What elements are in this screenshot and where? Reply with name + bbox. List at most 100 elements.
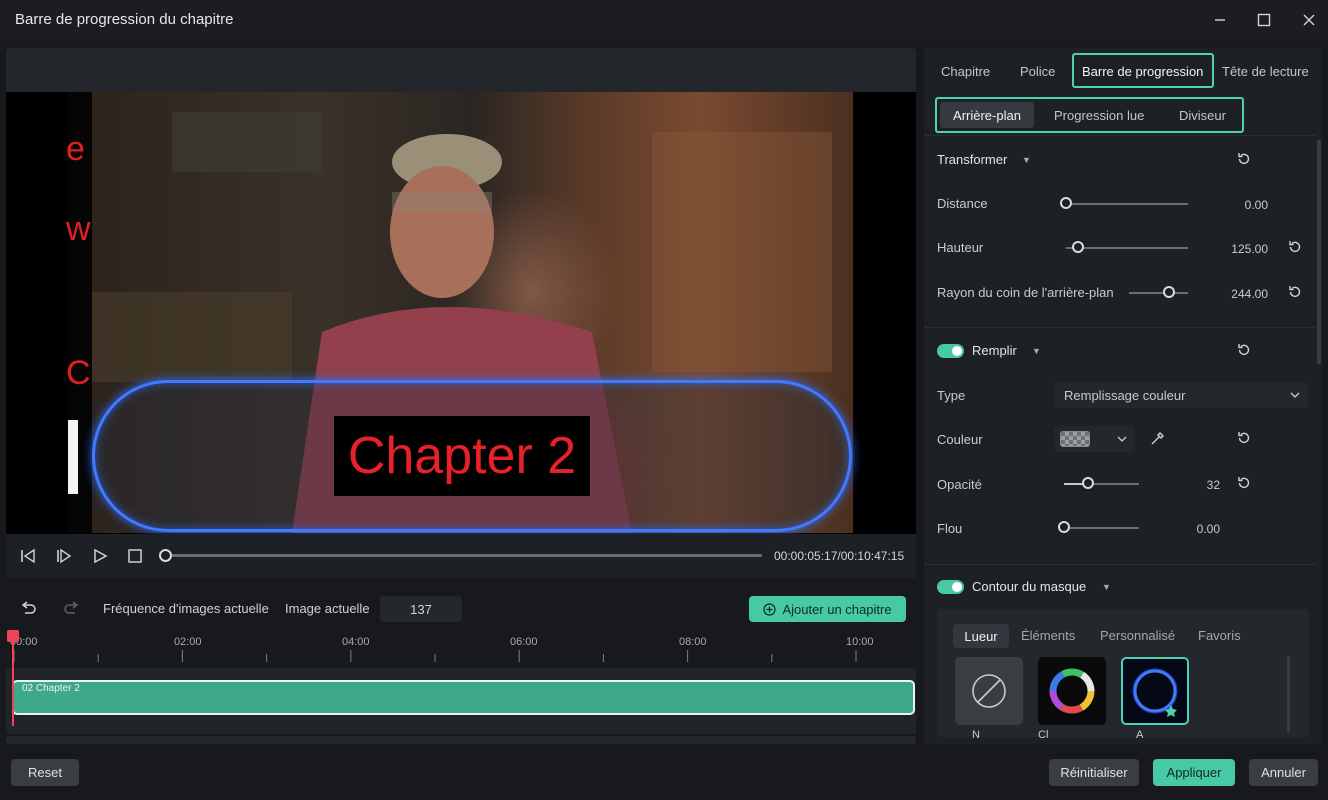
reset-icon[interactable] — [1236, 342, 1252, 358]
scrub-handle[interactable] — [159, 549, 172, 562]
fx-tab-personnalise[interactable]: Personnalisé — [1100, 628, 1175, 643]
divider — [924, 135, 1316, 136]
rayon-slider-handle[interactable] — [1162, 286, 1175, 298]
preview-header — [6, 48, 916, 92]
scrub-bar[interactable] — [166, 554, 762, 557]
rayon-slider[interactable] — [1129, 292, 1188, 294]
ruler-tick-label: 10:00 — [846, 636, 874, 648]
chapter-clip[interactable] — [12, 680, 915, 715]
reinitialiser-button[interactable]: Réinitialiser — [1049, 759, 1139, 786]
type-select[interactable]: Remplissage couleur — [1054, 382, 1308, 408]
fx-thumb-color-ring[interactable] — [1038, 657, 1106, 725]
subtab-diviseur[interactable]: Diviseur — [1179, 108, 1226, 123]
stop-button[interactable] — [124, 545, 146, 567]
contour-toggle[interactable] — [937, 580, 964, 594]
collapse-caret-icon[interactable]: ▼ — [1102, 582, 1111, 592]
reset-button[interactable]: Reset — [11, 759, 79, 786]
fx-caption: Cl — [1038, 729, 1049, 741]
ruler-tick-label: 04:00 — [342, 636, 370, 648]
collapse-caret-icon[interactable]: ▼ — [1022, 155, 1031, 165]
distance-slider-handle[interactable] — [1060, 197, 1072, 209]
minimize-button[interactable] — [1207, 8, 1233, 32]
step-back-icon — [21, 548, 35, 564]
fx-caption: N — [972, 729, 980, 741]
remplir-toggle[interactable] — [937, 344, 964, 358]
annuler-button[interactable]: Annuler — [1249, 759, 1318, 786]
panel-scrollbar[interactable] — [1317, 140, 1321, 364]
type-select-value: Remplissage couleur — [1064, 387, 1186, 403]
distance-label: Distance — [937, 196, 988, 211]
next-frame-button[interactable] — [53, 545, 75, 567]
tab-tete-de-lecture[interactable]: Tête de lecture — [1222, 64, 1309, 79]
current-image-label: Image actuelle — [285, 601, 370, 616]
effects-scrollbar[interactable] — [1287, 656, 1290, 732]
hauteur-value[interactable]: 125.00 — [1220, 242, 1268, 256]
play-button[interactable] — [89, 545, 111, 567]
rayon-value[interactable]: 244.00 — [1220, 287, 1268, 301]
fx-thumb-blue-glow[interactable] — [1121, 657, 1189, 725]
no-effect-icon — [972, 674, 1006, 708]
chevron-down-icon — [1290, 392, 1300, 398]
playhead-handle[interactable] — [7, 630, 19, 642]
hauteur-slider[interactable] — [1066, 247, 1188, 249]
fx-tab-favoris[interactable]: Favoris — [1198, 628, 1241, 643]
tab-barre-de-progression[interactable]: Barre de progression — [1082, 64, 1203, 79]
redo-icon — [64, 601, 79, 614]
flou-slider-handle[interactable] — [1058, 521, 1070, 533]
chapter-title: Chapter 2 — [347, 427, 577, 485]
fps-label: Fréquence d'images actuelle — [103, 601, 269, 616]
maximize-button[interactable] — [1251, 8, 1277, 32]
opacite-value[interactable]: 32 — [1180, 478, 1220, 492]
distance-value[interactable]: 0.00 — [1220, 198, 1268, 212]
maximize-icon — [1257, 13, 1271, 27]
close-icon — [1303, 14, 1315, 26]
close-button[interactable] — [1296, 8, 1322, 32]
minimize-icon — [1215, 19, 1225, 21]
add-chapter-label: Ajouter un chapitre — [782, 601, 892, 617]
section-remplir-title: Remplir — [972, 343, 1017, 358]
tab-chapitre[interactable]: Chapitre — [941, 64, 990, 79]
collapse-caret-icon[interactable]: ▼ — [1032, 346, 1041, 356]
opacite-slider-handle[interactable] — [1082, 477, 1094, 489]
ruler-tick-label: 06:00 — [510, 636, 538, 648]
ruler-ticks — [13, 650, 857, 662]
distance-slider[interactable] — [1066, 203, 1188, 205]
fx-tab-lueur[interactable]: Lueur — [953, 624, 1009, 648]
timecode: 00:00:05:17/00:10:47:15 — [774, 549, 905, 563]
flou-slider[interactable] — [1064, 527, 1139, 529]
tab-police[interactable]: Police — [1020, 64, 1055, 79]
ruler-tick-label: 08:00 — [679, 636, 707, 648]
reset-icon[interactable] — [1236, 151, 1252, 167]
reset-icon[interactable] — [1287, 239, 1303, 255]
fx-thumb-none[interactable] — [955, 657, 1023, 725]
timeline-scrollbar[interactable] — [6, 736, 916, 744]
section-transformer-title: Transformer — [937, 152, 1008, 167]
reset-icon[interactable] — [1236, 475, 1252, 491]
flou-label: Flou — [937, 521, 963, 536]
appliquer-button[interactable]: Appliquer — [1153, 759, 1235, 786]
reset-icon[interactable] — [1236, 430, 1252, 446]
opacite-label: Opacité — [937, 477, 982, 492]
add-chapter-button[interactable]: Ajouter un chapitre — [749, 596, 906, 622]
progress-marker — [68, 420, 78, 494]
undo-button[interactable] — [19, 599, 37, 617]
redo-button[interactable] — [63, 599, 81, 617]
current-image-field[interactable]: 137 — [380, 596, 462, 622]
playhead[interactable] — [12, 636, 14, 726]
plus-circle-icon — [763, 602, 777, 616]
chevron-down-icon — [1117, 436, 1127, 442]
eyedropper-icon[interactable] — [1150, 431, 1165, 446]
divider — [924, 327, 1316, 328]
subtab-progression-lue[interactable]: Progression lue — [1054, 108, 1144, 123]
fx-tab-elements[interactable]: Éléments — [1021, 628, 1075, 643]
hauteur-label: Hauteur — [937, 240, 984, 255]
reset-icon[interactable] — [1287, 284, 1303, 300]
type-label: Type — [937, 388, 966, 403]
stop-icon — [128, 549, 142, 563]
couleur-label: Couleur — [937, 432, 983, 447]
fx-caption: A — [1136, 729, 1144, 741]
subtab-arriere-plan[interactable]: Arrière-plan — [940, 102, 1034, 128]
previous-frame-button[interactable] — [17, 545, 39, 567]
timeline-ruler[interactable] — [6, 632, 916, 666]
flou-value[interactable]: 0.00 — [1180, 522, 1220, 536]
